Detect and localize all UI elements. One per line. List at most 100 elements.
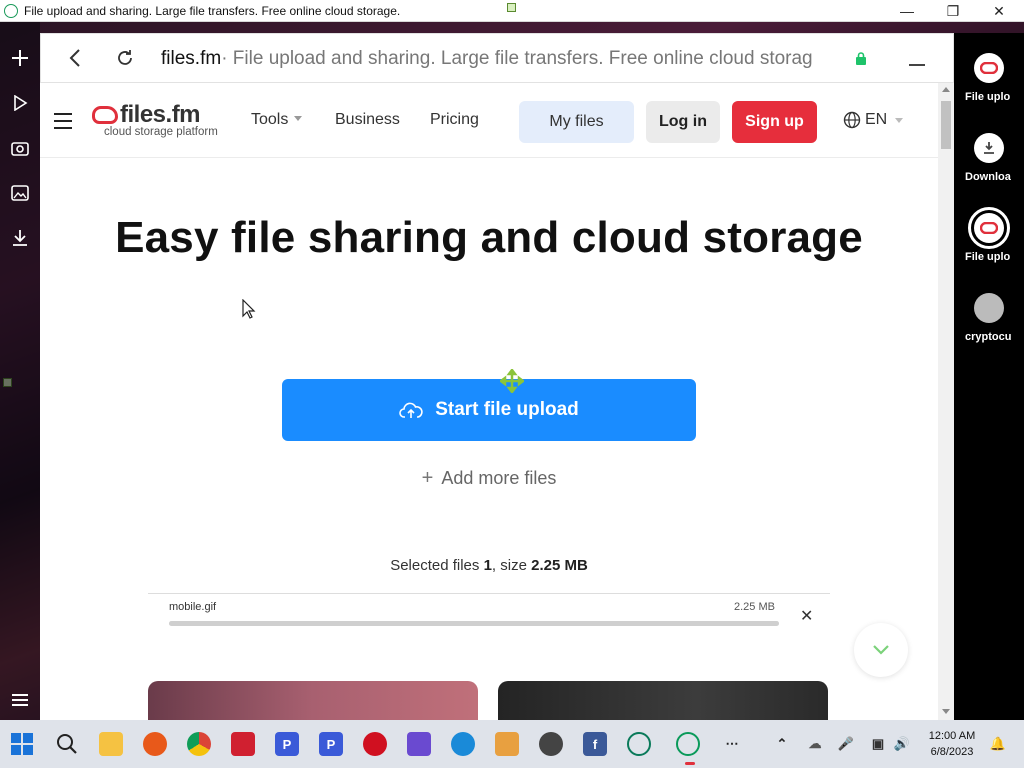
selected-size: 2.25 MB xyxy=(531,557,588,574)
minimize-bar-icon[interactable] xyxy=(909,64,925,66)
camera-icon[interactable] xyxy=(8,136,32,160)
summary-middle: , size xyxy=(491,557,532,574)
scroll-down-arrow-icon[interactable] xyxy=(942,709,950,714)
windows-start-icon[interactable] xyxy=(10,732,34,756)
file-size: 2.25 MB xyxy=(734,601,775,613)
edge-icon[interactable] xyxy=(451,732,475,756)
sidebar-item-label: cryptocu xyxy=(965,331,1012,343)
remove-file-icon[interactable]: ✕ xyxy=(800,606,813,626)
play-icon[interactable] xyxy=(8,91,32,115)
volume-icon[interactable]: 🔊 xyxy=(890,732,914,756)
file-name: mobile.gif xyxy=(169,601,217,613)
hamburger-menu-icon[interactable] xyxy=(54,113,72,134)
sidebar-item-label: File uplo xyxy=(965,251,1011,263)
sidebar-item-label: File uplo xyxy=(965,91,1011,103)
active-app-indicator xyxy=(685,762,695,765)
browser-window: files.fm · File upload and sharing. Larg… xyxy=(40,33,954,720)
chrome-icon[interactable] xyxy=(187,732,211,756)
url-field[interactable]: files.fm · File upload and sharing. Larg… xyxy=(161,34,851,84)
summary-prefix: Selected files xyxy=(390,557,484,574)
cloud-logo-icon xyxy=(92,106,118,124)
nav-tools[interactable]: Tools xyxy=(251,111,303,129)
menu-icon[interactable] xyxy=(8,688,32,712)
download-icon[interactable] xyxy=(8,226,32,250)
sidebar-item-file-upload[interactable]: File uplo xyxy=(954,53,1024,103)
mouse-pointer-icon xyxy=(242,298,256,324)
maximize-window-button[interactable]: ❐ xyxy=(930,0,976,22)
logo-brand: files.fm xyxy=(120,101,201,128)
search-icon[interactable] xyxy=(55,732,79,756)
add-icon[interactable] xyxy=(8,46,32,70)
add-more-files-button[interactable]: + Add more files xyxy=(40,467,938,490)
file-list-item: mobile.gif 2.25 MB ✕ xyxy=(148,593,830,629)
hero-title: Easy file sharing and cloud storage xyxy=(115,213,863,262)
sidebar-item-file-upload-active[interactable]: File uplo xyxy=(954,207,1024,263)
files-fm-logo-icon xyxy=(968,207,1010,249)
nav-business[interactable]: Business xyxy=(335,111,400,129)
scroll-up-arrow-icon[interactable] xyxy=(942,87,950,92)
browser-app-icon[interactable] xyxy=(627,732,651,756)
upload-progress-bar xyxy=(169,621,779,626)
feature-card-image xyxy=(498,681,828,720)
clock-date: 6/8/2023 xyxy=(930,746,974,758)
page-scrollbar[interactable] xyxy=(938,83,954,720)
network-icon[interactable]: ▣ xyxy=(866,732,890,756)
crypto-icon xyxy=(974,293,1004,323)
facebook-icon[interactable]: f xyxy=(583,732,607,756)
taskbar: P P f ⋯ ⌃ ☁ 🎤 ▣ 🔊 12:00 AM 6/8/2023 🔔 xyxy=(0,720,1024,768)
app-p-icon[interactable]: P xyxy=(275,732,299,756)
notes-app-icon[interactable] xyxy=(495,732,519,756)
chevron-down-icon xyxy=(873,645,889,655)
language-selector[interactable]: EN xyxy=(843,111,904,129)
resize-handle[interactable] xyxy=(507,3,516,12)
clock-time: 12:00 AM xyxy=(928,730,976,742)
files-fm-logo[interactable]: files.fm cloud storage platform xyxy=(92,101,218,138)
left-toolbar xyxy=(0,22,40,720)
nav-tools-label: Tools xyxy=(251,111,289,128)
cloud-sync-icon[interactable]: ☁ xyxy=(803,732,827,756)
add-more-label: Add more files xyxy=(441,468,557,488)
download-icon xyxy=(974,133,1004,163)
my-files-button[interactable]: My files xyxy=(519,101,634,143)
app-icon xyxy=(4,3,18,18)
close-window-button[interactable]: ✕ xyxy=(976,0,1022,22)
system-clock[interactable]: 12:00 AM 6/8/2023 xyxy=(920,728,984,760)
url-host: files.fm xyxy=(161,48,222,69)
files-fm-logo-icon xyxy=(974,53,1004,83)
selected-count: 1 xyxy=(483,557,492,574)
app-p-icon[interactable]: P xyxy=(319,732,343,756)
media-player-icon[interactable] xyxy=(539,732,563,756)
upload-progress-fill xyxy=(169,621,779,626)
tray-chevron-up-icon[interactable]: ⌃ xyxy=(770,732,794,756)
scrollbar-thumb[interactable] xyxy=(941,101,951,149)
file-explorer-icon[interactable] xyxy=(99,732,123,756)
sidebar-item-downloads[interactable]: Downloa xyxy=(954,133,1024,183)
reload-button[interactable] xyxy=(105,38,145,78)
video-editor-icon[interactable] xyxy=(407,732,431,756)
window-title: File upload and sharing. Large file tran… xyxy=(24,3,401,18)
sidebar-item-crypto[interactable]: cryptocu xyxy=(954,293,1024,343)
cloud-upload-icon xyxy=(399,401,423,419)
nav-pricing[interactable]: Pricing xyxy=(430,111,479,129)
sign-up-button[interactable]: Sign up xyxy=(732,101,817,143)
chevron-down-icon xyxy=(895,117,904,123)
back-button[interactable] xyxy=(55,38,95,78)
microphone-icon[interactable]: 🎤 xyxy=(834,732,858,756)
image-icon[interactable] xyxy=(8,181,32,205)
opera-icon[interactable] xyxy=(363,732,387,756)
chevron-down-icon xyxy=(294,116,303,121)
plus-icon: + xyxy=(421,467,434,489)
start-upload-button[interactable]: Start file upload xyxy=(282,379,696,441)
active-browser-app-icon[interactable] xyxy=(676,732,700,756)
log-in-button[interactable]: Log in xyxy=(646,101,720,143)
url-page-title: · File upload and sharing. Large file tr… xyxy=(221,48,813,69)
firefox-icon[interactable] xyxy=(143,732,167,756)
screen-recorder-icon[interactable] xyxy=(231,732,255,756)
sidebar-item-label: Downloa xyxy=(965,171,1011,183)
lock-icon[interactable] xyxy=(856,52,866,70)
scroll-down-button[interactable] xyxy=(854,623,908,677)
logo-tagline: cloud storage platform xyxy=(104,126,218,138)
notifications-icon[interactable]: 🔔 xyxy=(986,732,1010,756)
minimize-window-button[interactable]: — xyxy=(884,0,930,22)
more-apps-icon[interactable]: ⋯ xyxy=(720,732,744,756)
